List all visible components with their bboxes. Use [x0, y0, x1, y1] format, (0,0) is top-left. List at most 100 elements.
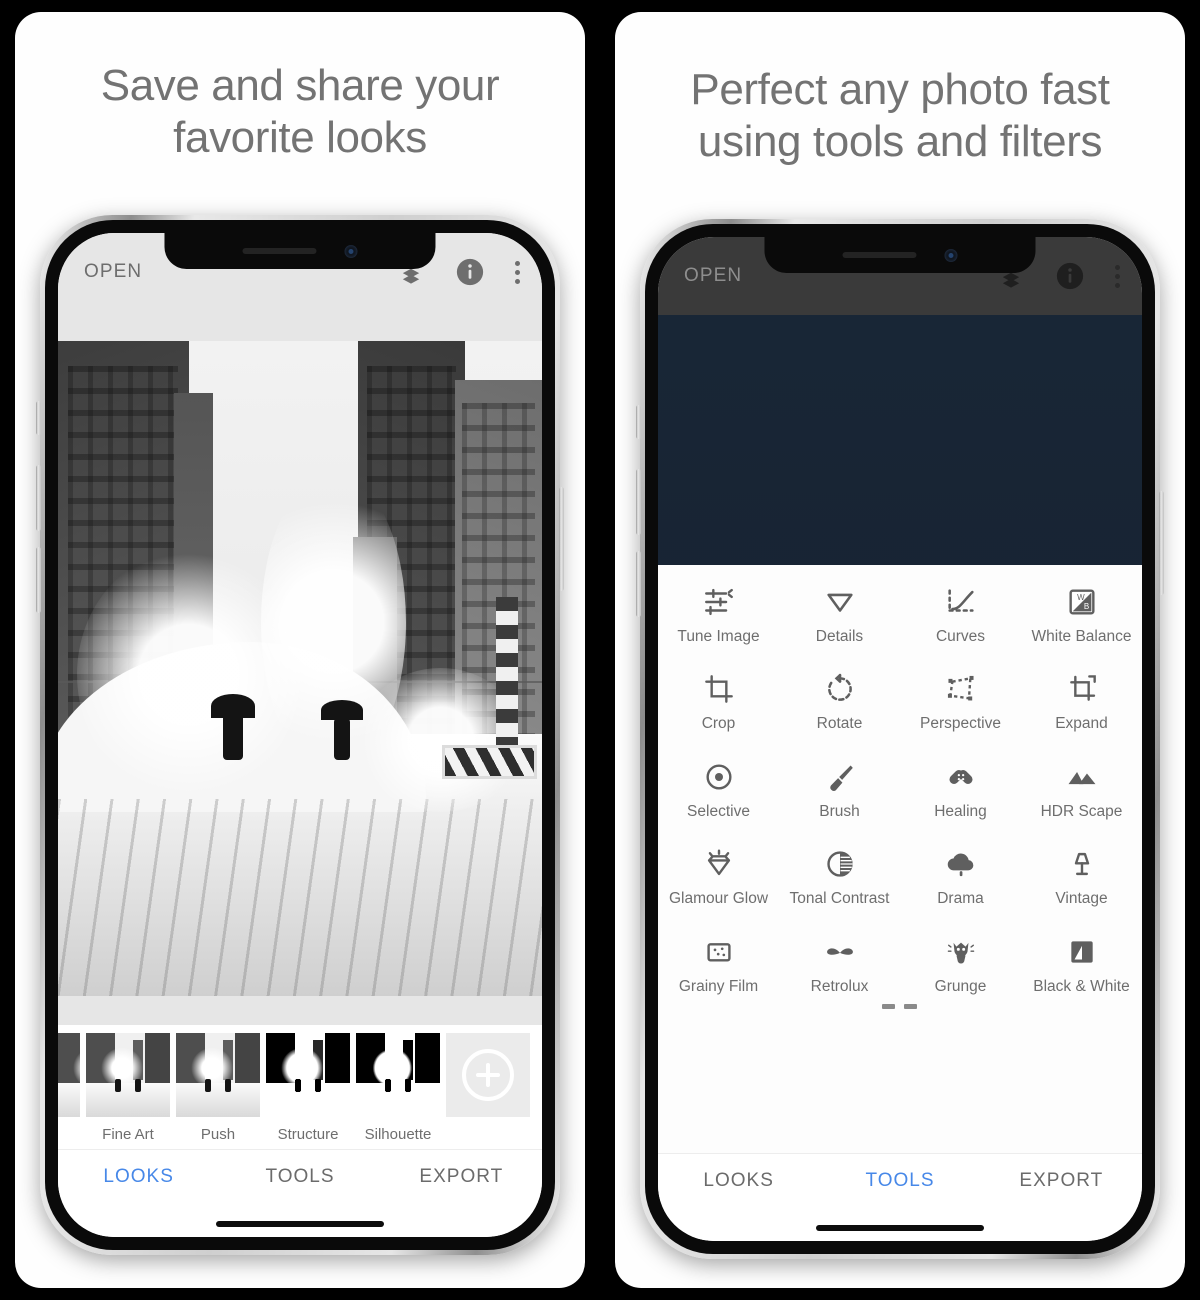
info-icon[interactable]	[1055, 261, 1085, 291]
tool-label: Expand	[1055, 715, 1108, 733]
overflow-menu-icon[interactable]	[515, 260, 520, 284]
tab-looks[interactable]: LOOKS	[658, 1170, 819, 1192]
moustache-icon	[781, 929, 898, 975]
tool-label: Drama	[937, 890, 984, 908]
looks-thumb-partial[interactable]	[58, 1033, 80, 1117]
tool-brush[interactable]: Brush	[779, 740, 900, 827]
brush-icon	[781, 754, 898, 800]
looks-item-push[interactable]: Push	[176, 1033, 260, 1143]
tool-black-and-white[interactable]: Black & White	[1021, 915, 1142, 1002]
mute-switch[interactable]	[36, 401, 41, 435]
power-button[interactable]	[1159, 491, 1164, 595]
tools-next-row-clipped	[658, 1002, 1142, 1028]
looks-filmstrip[interactable]: Fine Art Push Structure Silhouette	[58, 1025, 542, 1149]
tool-tune-image[interactable]: Tune Image	[658, 565, 779, 652]
tool-grainy-film[interactable]: Grainy Film	[658, 915, 779, 1002]
svg-text:W: W	[1077, 593, 1085, 602]
mute-switch[interactable]	[636, 405, 641, 439]
tool-crop[interactable]: Crop	[658, 652, 779, 739]
volume-down-button[interactable]	[36, 547, 41, 613]
tool-label: Rotate	[816, 715, 863, 733]
tools-grid: Tune Image Details Curves W B White Bala…	[658, 565, 1142, 1002]
home-indicator[interactable]	[216, 1221, 384, 1227]
tab-tools[interactable]: TOOLS	[219, 1166, 380, 1188]
bottom-tab-bar: LOOKS TOOLS EXPORT	[658, 1153, 1142, 1241]
power-button[interactable]	[559, 487, 564, 591]
tool-expand[interactable]: Expand	[1021, 652, 1142, 739]
tool-vintage[interactable]: Vintage	[1021, 827, 1142, 914]
tool-label: Tonal Contrast	[789, 890, 890, 908]
tool-white-balance[interactable]: W B White Balance	[1021, 565, 1142, 652]
earpiece-speaker	[242, 248, 317, 254]
promo-card-tools: Perfect any photo fast using tools and f…	[615, 12, 1185, 1288]
tool-curves[interactable]: Curves	[900, 565, 1021, 652]
volume-down-button[interactable]	[636, 551, 641, 617]
tool-perspective[interactable]: Perspective	[900, 652, 1021, 739]
tool-label: Crop	[701, 715, 736, 733]
photo-canvas[interactable]	[58, 311, 542, 1025]
tool-details[interactable]: Details	[779, 565, 900, 652]
tool-label: Details	[815, 628, 864, 645]
tool-label: Curves	[935, 628, 986, 645]
phone-mockup-left: OPEN Fine Art Push Structure Silhouette …	[36, 215, 564, 1255]
plus-icon	[462, 1049, 514, 1101]
lamp-icon	[1023, 841, 1140, 887]
volume-up-button[interactable]	[636, 469, 641, 535]
tool-label: Vintage	[1055, 890, 1108, 908]
diamond-glow-icon	[660, 841, 777, 887]
tool-retrolux[interactable]: Retrolux	[779, 915, 900, 1002]
looks-item-structure[interactable]: Structure	[266, 1033, 350, 1143]
page-title: Perfect any photo fast using tools and f…	[690, 65, 1110, 166]
page-title: Save and share your favorite looks	[100, 61, 500, 162]
tool-healing[interactable]: Healing	[900, 740, 1021, 827]
tools-sheet[interactable]: Tune Image Details Curves W B White Bala…	[658, 565, 1142, 1153]
tool-label: Grainy Film	[678, 977, 759, 995]
mountains-icon	[1023, 754, 1140, 800]
tool-drama[interactable]: Drama	[900, 827, 1021, 914]
tool-label: Retrolux	[810, 977, 869, 995]
open-button[interactable]: OPEN	[684, 265, 742, 287]
tool-hdr-scape[interactable]: HDR Scape	[1021, 740, 1142, 827]
tool-rotate[interactable]: Rotate	[779, 652, 900, 739]
looks-item-fine-art[interactable]: Fine Art	[86, 1033, 170, 1143]
tab-export[interactable]: EXPORT	[381, 1166, 542, 1188]
front-camera	[944, 248, 958, 262]
tool-label: Black & White	[1033, 977, 1130, 995]
tool-glamour-glow[interactable]: Glamour Glow	[658, 827, 779, 914]
tool-selective[interactable]: Selective	[658, 740, 779, 827]
tab-tools[interactable]: TOOLS	[819, 1170, 980, 1192]
info-icon[interactable]	[455, 257, 485, 287]
tool-label: Tune Image	[677, 628, 760, 645]
tool-tonal-contrast[interactable]: Tonal Contrast	[779, 827, 900, 914]
selective-target-icon	[660, 754, 777, 800]
looks-label: Push	[200, 1126, 236, 1143]
volume-up-button[interactable]	[36, 465, 41, 531]
rotate-icon	[781, 666, 898, 712]
triangle-down-icon	[781, 579, 898, 625]
open-button[interactable]: OPEN	[84, 261, 142, 283]
looks-item-silhouette[interactable]: Silhouette	[356, 1033, 440, 1143]
svg-text:B: B	[1083, 602, 1088, 611]
front-camera	[344, 244, 358, 258]
screenshot-stage: Save and share your favorite looks OPEN …	[0, 0, 1200, 1300]
black-white-icon	[1023, 929, 1140, 975]
contrast-circle-icon	[781, 841, 898, 887]
earpiece-speaker	[842, 252, 917, 258]
tool-label: Perspective	[920, 715, 1001, 733]
tool-label: White Balance	[1031, 628, 1132, 645]
white-balance-icon: W B	[1023, 579, 1140, 625]
looks-label: Fine Art	[102, 1126, 154, 1143]
tab-export[interactable]: EXPORT	[981, 1170, 1142, 1192]
looks-label: Structure	[277, 1126, 339, 1143]
promo-card-looks: Save and share your favorite looks OPEN …	[15, 12, 585, 1288]
add-look-button[interactable]	[446, 1033, 530, 1117]
tool-label: Brush	[819, 802, 860, 820]
phone-mockup-right: OPEN Tune Image Details Curves W B White…	[636, 219, 1164, 1259]
home-indicator[interactable]	[816, 1225, 984, 1231]
phone-notch	[164, 233, 436, 269]
overflow-menu-icon[interactable]	[1115, 264, 1120, 288]
tool-label: Healing	[934, 802, 987, 820]
grain-square-icon	[660, 929, 777, 975]
tab-looks[interactable]: LOOKS	[58, 1166, 219, 1188]
tool-grunge[interactable]: Grunge	[900, 915, 1021, 1002]
